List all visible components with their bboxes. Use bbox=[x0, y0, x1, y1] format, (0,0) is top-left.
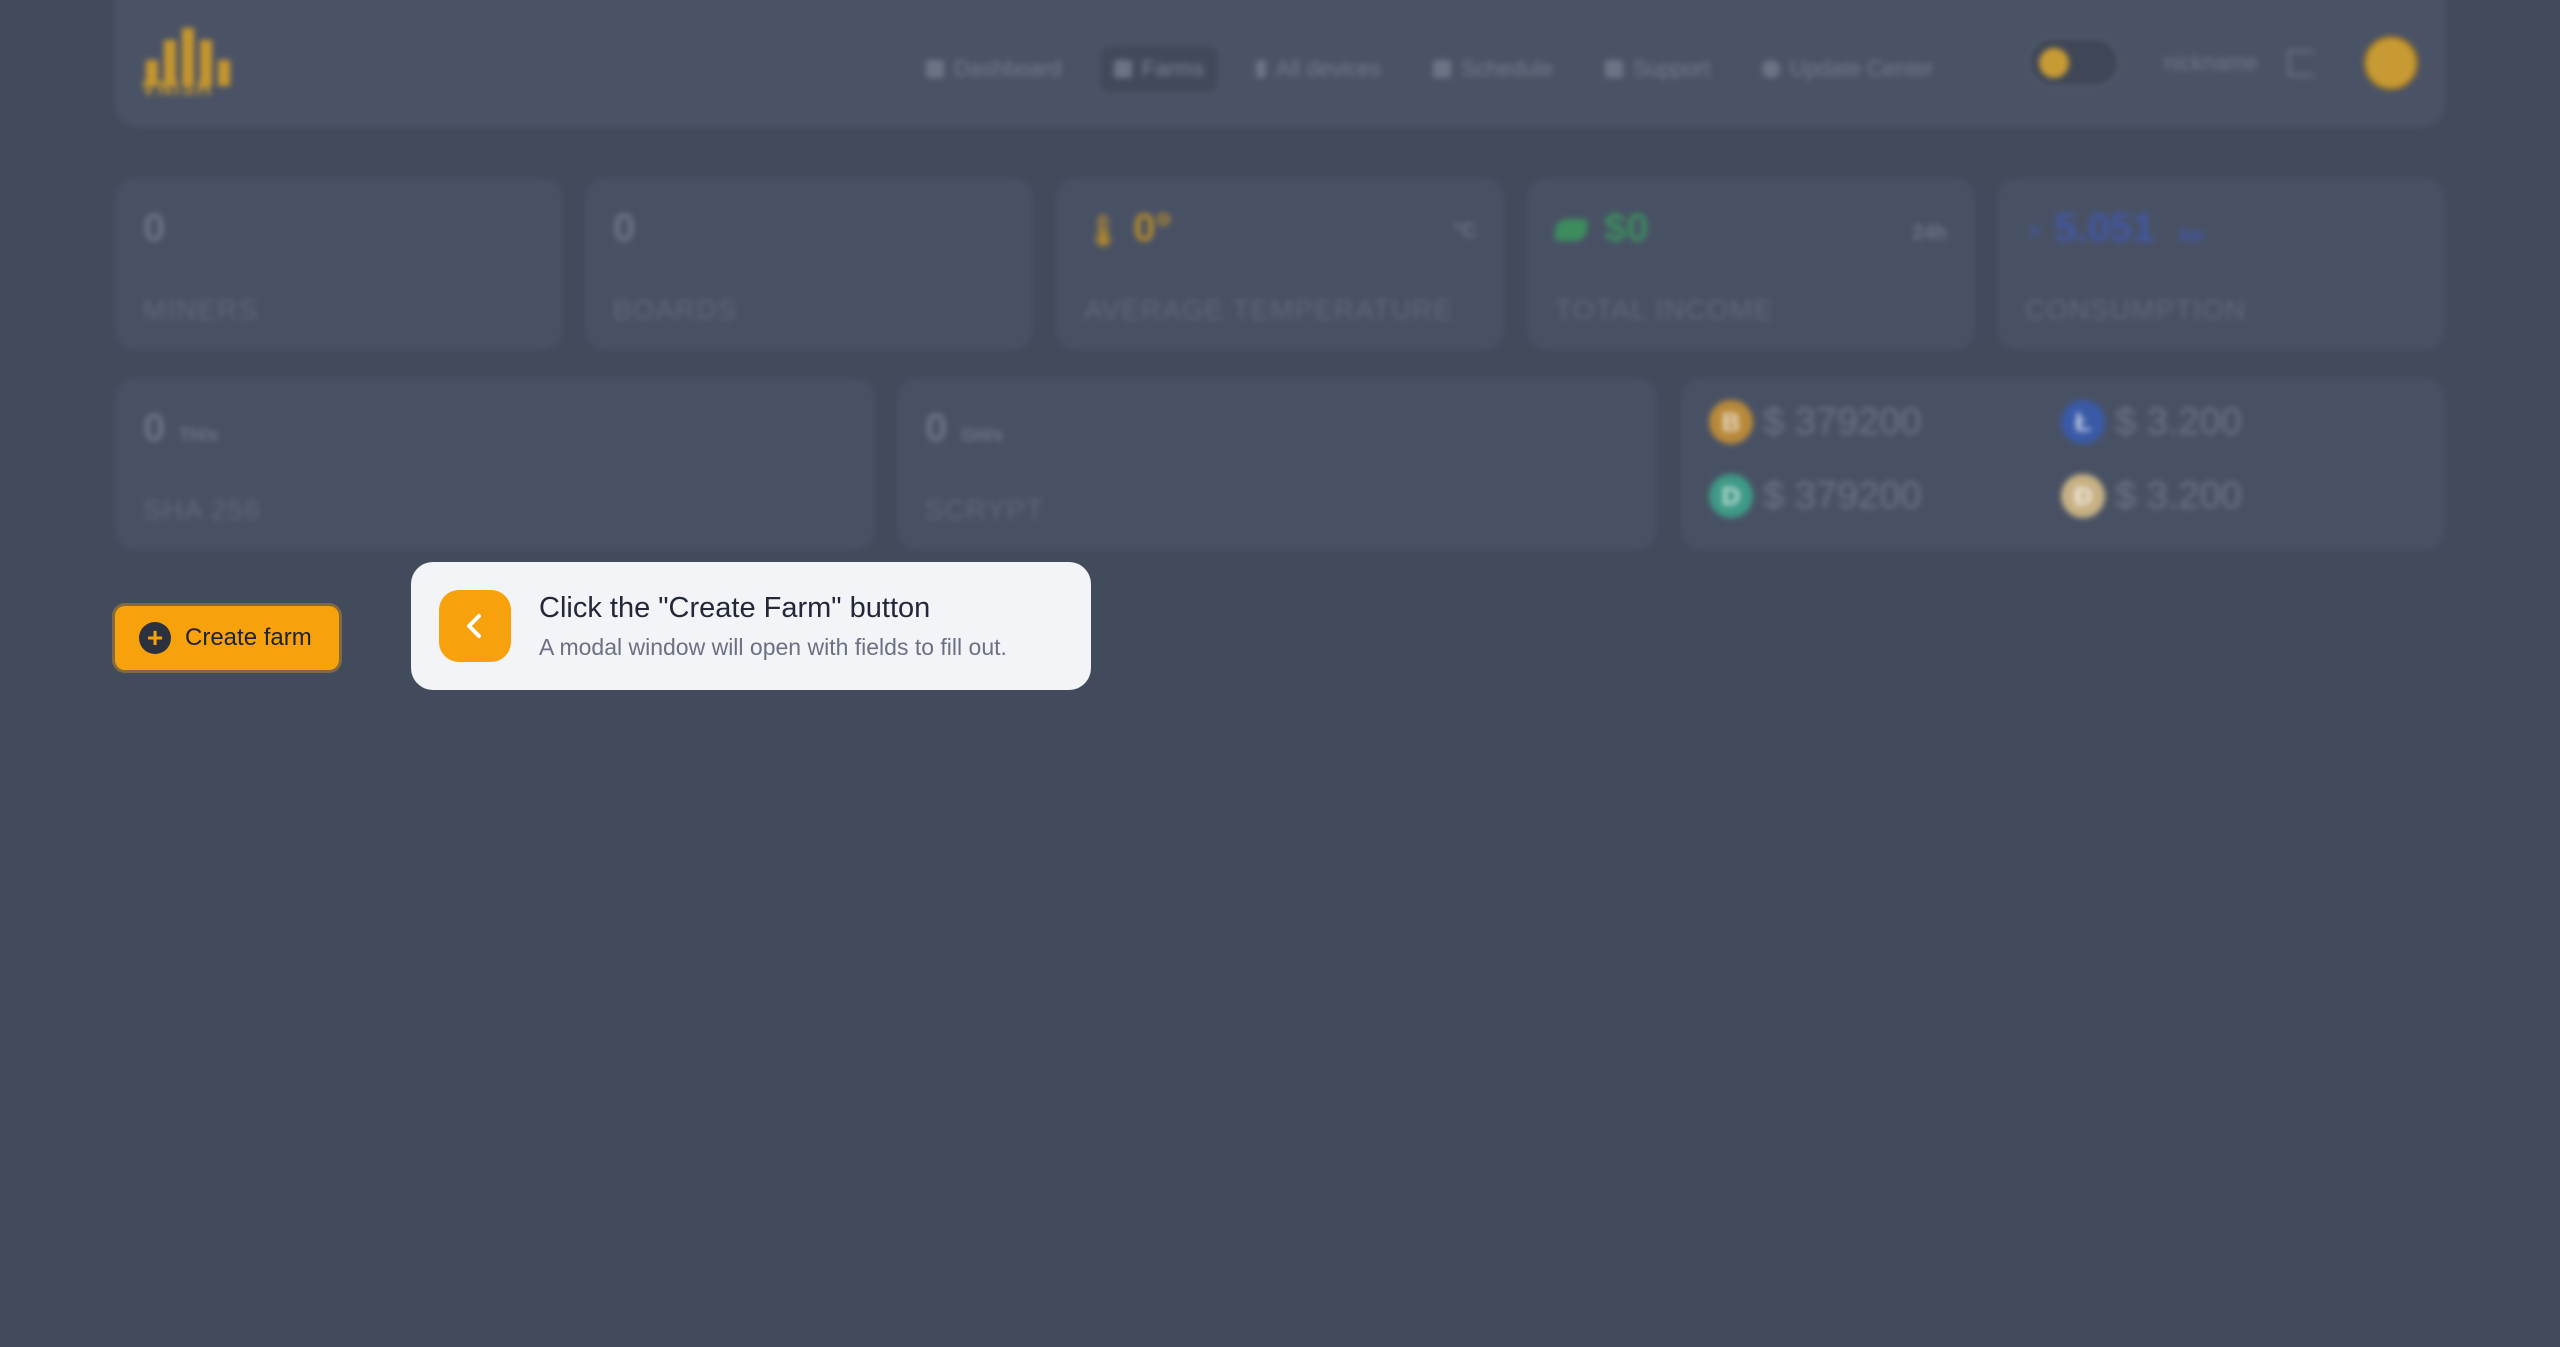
dash-icon: D bbox=[1709, 474, 1753, 518]
nav-label: Support bbox=[1632, 56, 1710, 81]
stat-value: 0 bbox=[613, 206, 636, 250]
stat-label: BOARDS bbox=[613, 294, 738, 325]
stat-unit: 24h bbox=[1912, 222, 1947, 244]
stat-value: $0 bbox=[1555, 206, 1649, 251]
stat-label: MINERS bbox=[143, 294, 258, 325]
nav-all-devices[interactable]: All devices bbox=[1242, 46, 1395, 92]
stat-value: 0 bbox=[143, 206, 166, 250]
stat-card-consumption: ⚡ 5.051 kw CONSUMPTION bbox=[1997, 178, 2445, 350]
bolt-icon bbox=[1255, 60, 1266, 78]
nav-label: Dashboard bbox=[954, 56, 1062, 81]
stat-label: SHA 256 bbox=[143, 494, 261, 525]
price-row: B $ 379200 bbox=[1709, 400, 1922, 444]
theme-toggle[interactable] bbox=[2028, 37, 2120, 87]
nav-schedule[interactable]: Schedule bbox=[1419, 46, 1567, 92]
nav-update-center[interactable]: Update Center bbox=[1748, 46, 1947, 92]
nav-label: Farms bbox=[1141, 56, 1204, 81]
logout-icon[interactable] bbox=[2288, 50, 2314, 76]
share-icon bbox=[1113, 60, 1132, 78]
gear-icon bbox=[1761, 60, 1780, 78]
nav-dashboard[interactable]: Dashboard bbox=[912, 46, 1076, 92]
stat-card-miners: 0 MINERS bbox=[115, 178, 563, 350]
price-row: Ł $ 3.200 bbox=[2061, 400, 2242, 444]
create-farm-button[interactable]: + Create farm bbox=[115, 606, 339, 670]
nav-support[interactable]: Support bbox=[1591, 46, 1724, 92]
user-nickname: nickname bbox=[2164, 50, 2259, 75]
create-farm-label: Create farm bbox=[185, 624, 312, 651]
nav-label: Update Center bbox=[1789, 56, 1934, 81]
bitcoin-icon: B bbox=[1709, 400, 1753, 444]
price-row: Ð $ 3.200 bbox=[2061, 474, 2242, 518]
toggle-knob bbox=[2039, 48, 2069, 78]
chat-icon bbox=[1604, 60, 1623, 78]
stat-label: SCRYPT bbox=[925, 494, 1045, 525]
stat-unit: °C bbox=[1453, 220, 1476, 242]
logo-text: VNISH bbox=[142, 78, 214, 100]
main-nav: Dashboard Farms All devices Schedule Sup… bbox=[912, 46, 1971, 92]
bolt-icon: ⚡ bbox=[2025, 217, 2044, 247]
thermometer-icon: 🌡 bbox=[1084, 215, 1123, 248]
chevron-left-icon[interactable] bbox=[439, 590, 511, 662]
stat-label: TOTAL INCOME bbox=[1555, 294, 1774, 325]
nav-farms[interactable]: Farms bbox=[1099, 46, 1218, 92]
grid-icon bbox=[926, 60, 944, 78]
plus-icon: + bbox=[139, 622, 171, 654]
stat-label: AVERAGE TEMPERATURE bbox=[1084, 294, 1454, 325]
tooltip-title: Click the "Create Farm" button bbox=[539, 592, 931, 624]
nav-label: All devices bbox=[1275, 56, 1382, 81]
stat-value: 0 TH/s bbox=[143, 406, 219, 450]
prices-card: B $ 379200 Ł $ 3.200 D $ 379200 Ð $ 3.20… bbox=[1681, 378, 2445, 550]
stat-card-temperature: 🌡 0° °C AVERAGE TEMPERATURE bbox=[1056, 178, 1504, 350]
price-row: D $ 379200 bbox=[1709, 474, 1922, 518]
litecoin-icon: Ł bbox=[2061, 400, 2105, 444]
hashrate-card-sha256: 0 TH/s SHA 256 bbox=[115, 378, 875, 550]
stat-value: 0 GH/s bbox=[925, 406, 1004, 450]
stat-value: 🌡 0° bbox=[1084, 206, 1172, 250]
onboarding-tooltip: Click the "Create Farm" button A modal w… bbox=[411, 562, 1091, 690]
calendar-icon bbox=[1433, 60, 1452, 78]
stat-value: ⚡ 5.051 kw bbox=[2025, 206, 2204, 250]
stat-card-income: $0 24h TOTAL INCOME bbox=[1527, 178, 1975, 350]
nav-label: Schedule bbox=[1461, 56, 1553, 81]
blurred-app-background: VNISH Dashboard Farms All devices Schedu… bbox=[0, 0, 2560, 1347]
stat-card-boards: 0 BOARDS bbox=[585, 178, 1033, 350]
hashrate-card-scrypt: 0 GH/s SCRYPT bbox=[897, 378, 1657, 550]
dogecoin-icon: Ð bbox=[2061, 474, 2105, 518]
money-icon bbox=[1555, 219, 1587, 242]
avatar[interactable] bbox=[2364, 36, 2418, 90]
stat-label: CONSUMPTION bbox=[2025, 294, 2246, 325]
tooltip-description: A modal window will open with fields to … bbox=[539, 634, 1007, 660]
